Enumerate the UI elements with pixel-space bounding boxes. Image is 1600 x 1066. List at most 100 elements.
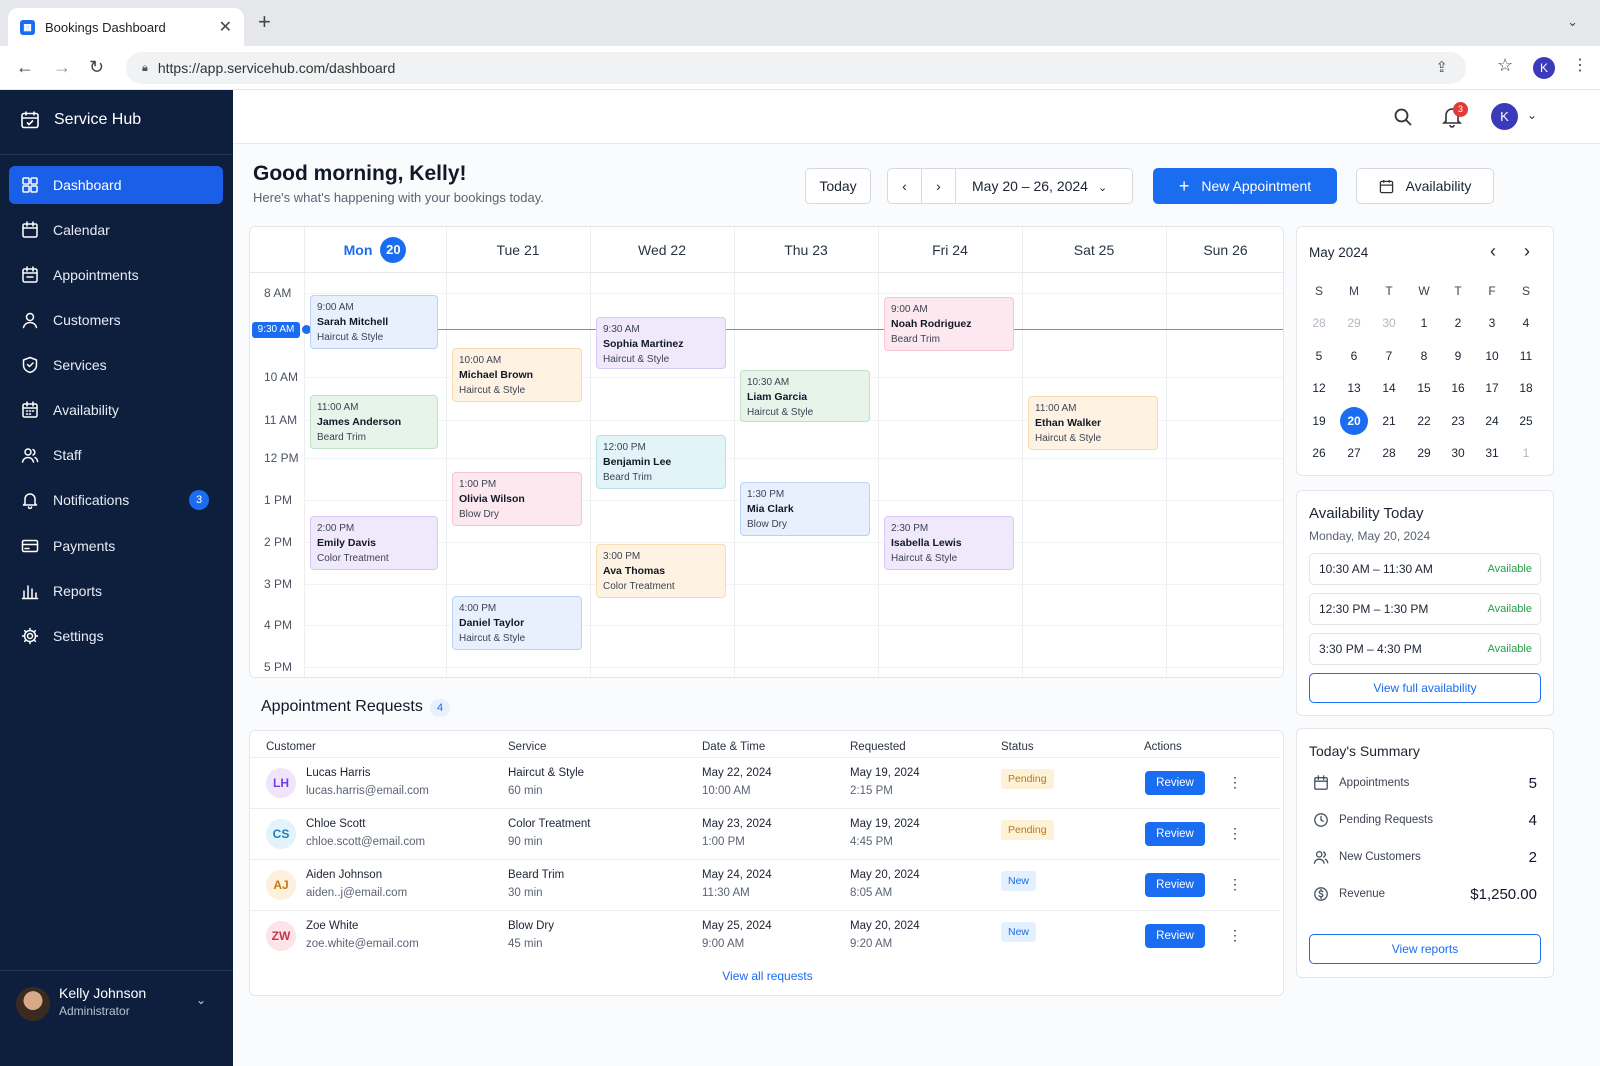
day-header[interactable]: Mon 20 xyxy=(304,227,446,273)
view-reports-button[interactable]: View reports xyxy=(1309,934,1541,964)
date-cell[interactable]: 27 xyxy=(1339,440,1369,466)
date-cell[interactable]: 19 xyxy=(1304,408,1334,434)
calendar-event[interactable]: 4:00 PM Daniel Taylor Haircut & Style xyxy=(452,596,582,650)
day-header[interactable]: Thu 23 xyxy=(734,227,878,273)
sidebar-item-reports[interactable]: Reports xyxy=(9,572,223,610)
more-options-icon[interactable]: ⋮ xyxy=(1228,826,1242,840)
date-cell[interactable]: 30 xyxy=(1443,440,1473,466)
date-cell[interactable]: 31 xyxy=(1477,440,1507,466)
date-cell[interactable]: 2 xyxy=(1443,310,1473,336)
calendar-event[interactable]: 2:30 PM Isabella Lewis Haircut & Style xyxy=(884,516,1014,570)
date-cell[interactable]: 14 xyxy=(1374,375,1404,401)
more-options-icon[interactable]: ⋮ xyxy=(1228,928,1242,942)
user-profile[interactable]: Kelly Johnson Administrator ⌄ xyxy=(0,970,233,1066)
sidebar-item-appointments[interactable]: Appointments xyxy=(9,256,223,294)
forward-icon[interactable]: → xyxy=(53,56,71,78)
availability-slot[interactable]: 12:30 PM – 1:30 PM Available xyxy=(1309,593,1541,625)
date-cell[interactable]: 23 xyxy=(1443,408,1473,434)
date-cell[interactable]: 30 xyxy=(1374,310,1404,336)
date-cell[interactable]: 21 xyxy=(1374,408,1404,434)
view-full-availability-button[interactable]: View full availability xyxy=(1309,673,1541,703)
date-cell[interactable]: 8 xyxy=(1409,343,1439,369)
date-cell[interactable]: 16 xyxy=(1443,375,1473,401)
tab-search-chevron-icon[interactable]: ⌄ xyxy=(1567,14,1578,30)
review-button[interactable]: Review xyxy=(1145,771,1205,795)
reload-icon[interactable]: ↻ xyxy=(89,56,104,78)
date-cell[interactable]: 25 xyxy=(1511,408,1541,434)
chevron-left-icon[interactable]: ‹ xyxy=(888,169,922,203)
calendar-event[interactable]: 10:00 AM Michael Brown Haircut & Style xyxy=(452,348,582,402)
date-cell[interactable]: 22 xyxy=(1409,408,1439,434)
calendar-event[interactable]: 2:00 PM Emily Davis Color Treatment xyxy=(310,516,438,570)
date-cell[interactable]: 4 xyxy=(1511,310,1541,336)
more-options-icon[interactable]: ⋮ xyxy=(1228,877,1242,891)
chevron-down-icon[interactable]: ⌄ xyxy=(1527,108,1537,122)
calendar-event[interactable]: 3:00 PM Ava Thomas Color Treatment xyxy=(596,544,726,598)
availability-slot[interactable]: 3:30 PM – 4:30 PM Available xyxy=(1309,633,1541,665)
sidebar-item-availability[interactable]: Availability xyxy=(9,391,223,429)
back-icon[interactable]: ← xyxy=(16,56,34,78)
availability-slot[interactable]: 10:30 AM – 11:30 AM Available xyxy=(1309,553,1541,585)
new-appointment-button[interactable]: + New Appointment xyxy=(1153,168,1337,204)
date-cell[interactable]: 18 xyxy=(1511,375,1541,401)
chevron-right-icon[interactable]: › xyxy=(1524,241,1530,262)
date-cell[interactable]: 17 xyxy=(1477,375,1507,401)
url-field[interactable]: 🔒︎ https://app.servicehub.com/dashboard … xyxy=(126,52,1466,84)
date-cell[interactable]: 6 xyxy=(1339,343,1369,369)
avatar[interactable]: K xyxy=(1491,103,1518,130)
bookmark-star-icon[interactable]: ☆ xyxy=(1497,55,1513,76)
date-cell[interactable]: 1 xyxy=(1409,310,1439,336)
calendar-event[interactable]: 11:00 AM James Anderson Beard Trim xyxy=(310,395,438,449)
calendar-event[interactable]: 9:00 AM Noah Rodriguez Beard Trim xyxy=(884,297,1014,351)
close-tab-icon[interactable]: ✕ xyxy=(219,17,232,37)
calendar-event[interactable]: 1:00 PM Olivia Wilson Blow Dry xyxy=(452,472,582,526)
day-header[interactable]: Sat 25 xyxy=(1022,227,1166,273)
date-cell[interactable]: 28 xyxy=(1374,440,1404,466)
date-cell[interactable]: 10 xyxy=(1477,343,1507,369)
sidebar-item-notifications[interactable]: Notifications 3 xyxy=(9,481,223,519)
date-cell[interactable]: 24 xyxy=(1477,408,1507,434)
date-range-select[interactable]: May 20 – 26, 2024 ⌄ xyxy=(956,178,1107,194)
view-all-requests-link[interactable]: View all requests xyxy=(250,969,1285,983)
calendar-event[interactable]: 10:30 AM Liam Garcia Haircut & Style xyxy=(740,370,870,422)
more-options-icon[interactable]: ⋮ xyxy=(1228,775,1242,789)
day-header[interactable]: Wed 22 xyxy=(590,227,734,273)
date-cell[interactable]: 29 xyxy=(1409,440,1439,466)
browser-menu-icon[interactable]: ⋮ xyxy=(1572,55,1588,75)
review-button[interactable]: Review xyxy=(1145,924,1205,948)
date-cell[interactable]: 3 xyxy=(1477,310,1507,336)
browser-profile-avatar[interactable]: K xyxy=(1533,57,1555,79)
calendar-event[interactable]: 11:00 AM Ethan Walker Haircut & Style xyxy=(1028,396,1158,450)
selected-date[interactable]: 20 xyxy=(1340,406,1368,435)
chevron-right-icon[interactable]: › xyxy=(922,169,956,203)
sidebar-item-services[interactable]: Services xyxy=(9,346,223,384)
search-icon[interactable] xyxy=(1393,107,1413,127)
date-cell[interactable]: 28 xyxy=(1304,310,1334,336)
calendar-event[interactable]: 1:30 PM Mia Clark Blow Dry xyxy=(740,482,870,536)
sidebar-item-customers[interactable]: Customers xyxy=(9,301,223,339)
calendar-event[interactable]: 9:00 AM Sarah Mitchell Haircut & Style xyxy=(310,295,438,349)
date-cell[interactable]: 5 xyxy=(1304,343,1334,369)
availability-button[interactable]: Availability xyxy=(1356,168,1494,204)
review-button[interactable]: Review xyxy=(1145,822,1205,846)
chevron-left-icon[interactable]: ‹ xyxy=(1490,241,1496,262)
sidebar-item-payments[interactable]: Payments xyxy=(9,527,223,565)
sidebar-item-settings[interactable]: Settings xyxy=(9,617,223,655)
date-cell[interactable]: 7 xyxy=(1374,343,1404,369)
day-header[interactable]: Sun 26 xyxy=(1166,227,1283,273)
today-button[interactable]: Today xyxy=(805,168,871,204)
day-header[interactable]: Tue 21 xyxy=(446,227,590,273)
review-button[interactable]: Review xyxy=(1145,873,1205,897)
date-cell[interactable]: 26 xyxy=(1304,440,1334,466)
chevron-down-icon[interactable]: ⌄ xyxy=(196,993,206,1007)
calendar-event[interactable]: 9:30 AM Sophia Martinez Haircut & Style xyxy=(596,317,726,369)
sidebar-item-dashboard[interactable]: Dashboard xyxy=(9,166,223,204)
date-cell[interactable]: 1 xyxy=(1511,440,1541,466)
date-cell[interactable]: 11 xyxy=(1511,343,1541,369)
calendar-event[interactable]: 12:00 PM Benjamin Lee Beard Trim xyxy=(596,435,726,489)
new-tab-icon[interactable]: + xyxy=(258,11,271,33)
date-cell[interactable]: 13 xyxy=(1339,375,1369,401)
brand[interactable]: Service Hub xyxy=(20,110,141,130)
sidebar-item-calendar[interactable]: Calendar xyxy=(9,211,223,249)
date-cell[interactable]: 9 xyxy=(1443,343,1473,369)
